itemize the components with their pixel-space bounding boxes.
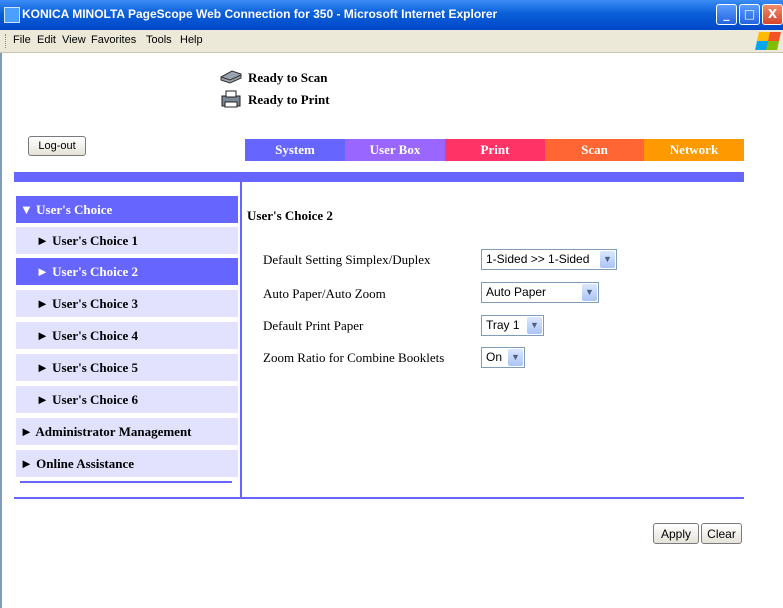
- sidebar-item-administrator-management[interactable]: ► Administrator Management: [16, 418, 238, 445]
- simplex-duplex-value: 1-Sided >> 1-Sided: [486, 252, 590, 266]
- maximize-button[interactable]: □: [739, 4, 760, 25]
- zoom-ratio-booklets-select[interactable]: On ▼: [481, 347, 525, 368]
- auto-paper-zoom-select[interactable]: Auto Paper ▼: [481, 282, 599, 303]
- sidebar-item-users-choice-6[interactable]: ► User's Choice 6: [16, 386, 238, 413]
- setting-label-auto-paper-zoom: Auto Paper/Auto Zoom: [263, 286, 386, 301]
- auto-paper-zoom-value: Auto Paper: [486, 285, 547, 299]
- chevron-down-icon: ▼: [600, 251, 615, 268]
- close-button[interactable]: X: [762, 4, 783, 25]
- sidebar-item-users-choice-2[interactable]: ► User's Choice 2: [16, 258, 238, 285]
- menu-bar: File Edit View Favorites Tools Help: [0, 30, 783, 53]
- menu-edit[interactable]: Edit: [37, 34, 56, 46]
- page-title: User's Choice 2: [247, 208, 333, 223]
- sidebar: ▼ User's Choice ► User's Choice 1 ► User…: [14, 182, 242, 497]
- setting-label-zoom-ratio-booklets: Zoom Ratio for Combine Booklets: [263, 350, 445, 365]
- apply-button[interactable]: Apply: [653, 523, 699, 544]
- status-print: Ready to Print: [221, 90, 330, 108]
- status-print-text: Ready to Print: [248, 92, 330, 107]
- menu-help[interactable]: Help: [180, 34, 203, 46]
- sidebar-item-users-choice-5[interactable]: ► User's Choice 5: [16, 354, 238, 381]
- chevron-down-icon: ▼: [582, 284, 597, 301]
- windows-logo-icon: [755, 32, 781, 50]
- menu-grip: [5, 34, 8, 48]
- chevron-down-icon: ▼: [527, 317, 542, 334]
- default-print-paper-select[interactable]: Tray 1 ▼: [481, 315, 544, 336]
- status-scan: Ready to Scan: [220, 70, 328, 86]
- ie-icon: [4, 7, 20, 23]
- scanner-icon: [220, 70, 242, 84]
- tab-user-box[interactable]: User Box: [345, 139, 445, 161]
- minimize-button[interactable]: _: [716, 4, 737, 25]
- tab-network[interactable]: Network: [644, 139, 744, 161]
- sidebar-item-online-assistance[interactable]: ► Online Assistance: [16, 450, 238, 477]
- sidebar-bottom-rule: [20, 481, 232, 483]
- title-bar: KONICA MINOLTA PageScope Web Connection …: [0, 0, 783, 30]
- menu-tools[interactable]: Tools: [146, 34, 172, 46]
- header-band: [14, 172, 744, 182]
- default-print-paper-value: Tray 1: [486, 318, 520, 332]
- menu-view[interactable]: View: [62, 34, 86, 46]
- content-divider: [14, 497, 744, 499]
- window-title: KONICA MINOLTA PageScope Web Connection …: [22, 7, 498, 21]
- sidebar-item-users-choice[interactable]: ▼ User's Choice: [16, 196, 238, 223]
- tab-scan[interactable]: Scan: [545, 139, 644, 161]
- tab-system[interactable]: System: [245, 139, 345, 161]
- menu-file[interactable]: File: [13, 34, 31, 46]
- printer-icon: [221, 90, 241, 108]
- menu-favorites[interactable]: Favorites: [91, 34, 136, 46]
- sidebar-item-users-choice-4[interactable]: ► User's Choice 4: [16, 322, 238, 349]
- status-scan-text: Ready to Scan: [248, 70, 328, 85]
- setting-label-simplex-duplex: Default Setting Simplex/Duplex: [263, 252, 431, 267]
- setting-label-default-print-paper: Default Print Paper: [263, 318, 364, 333]
- chevron-down-icon: ▼: [508, 349, 523, 366]
- tab-print[interactable]: Print: [445, 139, 545, 161]
- sidebar-item-users-choice-3[interactable]: ► User's Choice 3: [16, 290, 238, 317]
- logout-button[interactable]: Log-out: [28, 136, 86, 156]
- simplex-duplex-select[interactable]: 1-Sided >> 1-Sided ▼: [481, 249, 617, 270]
- sidebar-item-users-choice-1[interactable]: ► User's Choice 1: [16, 227, 238, 254]
- clear-button[interactable]: Clear: [701, 523, 742, 544]
- zoom-ratio-booklets-value: On: [486, 350, 503, 364]
